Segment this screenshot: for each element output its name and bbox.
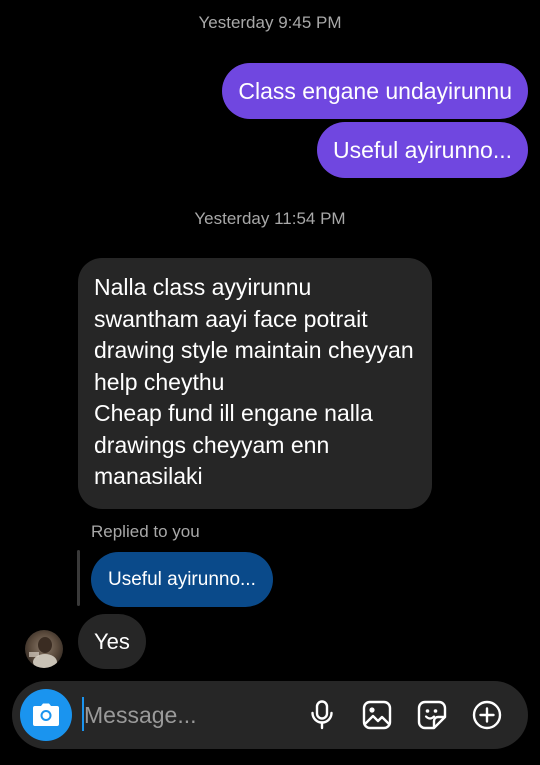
- avatar-image: [25, 630, 63, 668]
- outgoing-message[interactable]: Useful ayirunno...: [317, 122, 528, 178]
- camera-button[interactable]: [20, 689, 72, 741]
- sticker-button[interactable]: [416, 699, 448, 731]
- outgoing-message[interactable]: Class engane undayirunnu: [222, 63, 528, 119]
- microphone-button[interactable]: [306, 699, 338, 731]
- add-icon: [472, 700, 502, 730]
- gallery-icon: [362, 700, 392, 730]
- timestamp: Yesterday 9:45 PM: [198, 13, 342, 32]
- message-line: Cheap fund ill engane nalla: [94, 400, 373, 426]
- reply-indicator-bar: [77, 550, 80, 606]
- gallery-button[interactable]: [361, 699, 393, 731]
- avatar[interactable]: [25, 630, 63, 668]
- message-line: swantham aayi face potrait: [94, 305, 368, 332]
- message-line: help cheythu: [94, 368, 225, 395]
- replied-to-label: Replied to you: [91, 522, 200, 541]
- incoming-message[interactable]: Yes: [78, 614, 146, 669]
- microphone-icon: [311, 700, 333, 730]
- message-input[interactable]: [84, 697, 284, 733]
- add-button[interactable]: [471, 699, 503, 731]
- message-line: Nalla class ayyirunnu: [94, 274, 312, 300]
- camera-icon: [33, 703, 59, 726]
- timestamp: Yesterday 11:54 PM: [194, 209, 346, 228]
- message-line: manasilaki: [94, 463, 203, 489]
- quoted-message[interactable]: Useful ayirunno...: [91, 552, 273, 607]
- message-line: drawings cheyyam enn: [94, 431, 330, 458]
- incoming-message[interactable]: Nalla class ayyirunnu swantham aayi face…: [78, 258, 432, 509]
- message-line: drawing style maintain cheyyan: [94, 337, 414, 363]
- message-composer: [12, 681, 528, 749]
- sticker-icon: [417, 700, 447, 730]
